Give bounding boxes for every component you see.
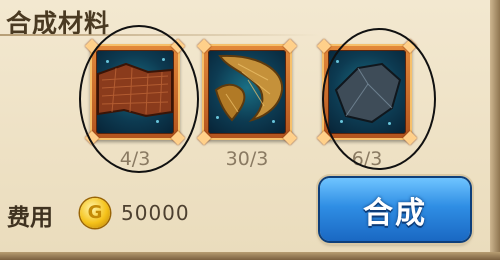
- cost-value: 50000: [121, 201, 190, 225]
- annotation-circle-stone: [322, 28, 436, 170]
- material-count-fur: 30/3: [225, 148, 269, 170]
- synthesis-panel: 合成材料 4/3 30/3 6/3 费用 G 50000 合成: [0, 0, 500, 260]
- gold-coin-icon: G: [80, 198, 110, 228]
- panel-edge-right: [490, 0, 500, 260]
- material-slot-fur[interactable]: [196, 38, 298, 146]
- fur-tail-material-icon: [208, 50, 286, 134]
- annotation-circle-hide: [79, 25, 199, 173]
- panel-edge-bottom: [0, 252, 500, 260]
- cost-label: 费用: [7, 205, 53, 231]
- synthesize-button[interactable]: 合成: [320, 178, 470, 241]
